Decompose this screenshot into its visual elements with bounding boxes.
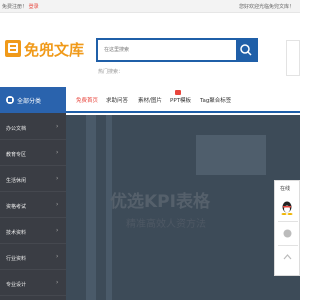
chevron-right-icon: › bbox=[56, 175, 59, 182]
banner-highlight bbox=[196, 135, 266, 175]
qq-penguin-icon[interactable] bbox=[281, 201, 293, 215]
sidebar-item-label: 技术资料 bbox=[6, 230, 27, 236]
search-input[interactable] bbox=[98, 40, 238, 60]
nav-item-materials[interactable]: 素材/图片 bbox=[138, 96, 162, 104]
back-to-top-icon[interactable] bbox=[283, 253, 292, 262]
nav-item-tags[interactable]: Tag聚合标签 bbox=[200, 96, 231, 104]
main-nav: 全部分类 免费首页 求助问答 素材/图片 PPT模板 Tag聚合标签 bbox=[0, 87, 300, 113]
search-box bbox=[96, 38, 258, 62]
sidebar-item-tech[interactable]: 技术资料 › bbox=[0, 219, 66, 244]
top-greeting: 免费注册！ bbox=[2, 4, 28, 10]
panel-divider bbox=[278, 245, 298, 246]
sidebar-item-label: 生活休闲 bbox=[6, 178, 27, 184]
sidebar-item-label: 教育专区 bbox=[6, 152, 27, 158]
wechat-icon[interactable] bbox=[283, 229, 292, 238]
online-service-label: 在线 bbox=[280, 186, 291, 192]
hot-search-label: 热门搜索： bbox=[98, 69, 124, 75]
chevron-right-icon: › bbox=[56, 253, 59, 260]
login-link[interactable]: 登录 bbox=[29, 4, 39, 10]
sidebar-item-label: 行业资料 bbox=[6, 256, 27, 262]
nav-item-ppt[interactable]: PPT模板 bbox=[170, 96, 191, 104]
sidebar-item-office[interactable]: 办公文档 › bbox=[0, 115, 66, 140]
floating-service-panel: 在线 bbox=[274, 180, 300, 276]
top-bar-left: 免费注册！ 登录 bbox=[2, 3, 39, 10]
nav-item-qa[interactable]: 求助问答 bbox=[106, 96, 128, 104]
logo-text: 免兜文库 bbox=[24, 41, 85, 59]
category-sidebar: 办公文档 › 教育专区 › 生活休闲 › 资格考试 › 技术资料 › 行业资料 … bbox=[0, 113, 66, 300]
nav-item-home[interactable]: 免费首页 bbox=[76, 96, 98, 104]
sidebar-item-label: 办公文档 bbox=[6, 126, 27, 132]
chevron-right-icon: › bbox=[56, 279, 59, 286]
banner-title: 优选KPI表格 bbox=[110, 192, 210, 212]
banner-subtitle: 精准高效人资方法 bbox=[126, 219, 206, 230]
logo-mark-icon bbox=[5, 40, 21, 57]
sidebar-item-education[interactable]: 教育专区 › bbox=[0, 141, 66, 166]
chevron-right-icon: › bbox=[56, 201, 59, 208]
search-button[interactable] bbox=[236, 40, 256, 60]
top-bar: 免费注册！ 登录 您好欢迎光临免兜文库！ bbox=[0, 0, 300, 13]
hero-banner[interactable]: 优选KPI表格 精准高效人资方法 bbox=[66, 115, 300, 300]
panel-divider bbox=[278, 221, 298, 222]
chevron-right-icon: › bbox=[56, 123, 59, 130]
sidebar-item-life[interactable]: 生活休闲 › bbox=[0, 167, 66, 192]
sidebar-item-design[interactable]: 专业设计 › bbox=[0, 271, 66, 296]
chevron-right-icon: › bbox=[56, 149, 59, 156]
search-icon bbox=[240, 44, 252, 56]
hot-badge-icon bbox=[175, 90, 181, 95]
banner-decoration bbox=[86, 115, 96, 300]
qr-code-box bbox=[286, 40, 300, 76]
category-icon bbox=[6, 96, 14, 104]
sidebar-item-label: 专业设计 bbox=[6, 282, 27, 288]
sidebar-item-industry[interactable]: 行业资料 › bbox=[0, 245, 66, 270]
sidebar-item-exams[interactable]: 资格考试 › bbox=[0, 193, 66, 218]
chevron-right-icon: › bbox=[56, 227, 59, 234]
sidebar-item-label: 资格考试 bbox=[6, 204, 27, 210]
site-logo[interactable]: 免兜文库 bbox=[4, 38, 84, 60]
top-bar-welcome: 您好欢迎光临免兜文库！ bbox=[238, 4, 294, 10]
all-categories-label: 全部分类 bbox=[17, 98, 42, 105]
all-categories-button[interactable]: 全部分类 bbox=[0, 87, 66, 113]
